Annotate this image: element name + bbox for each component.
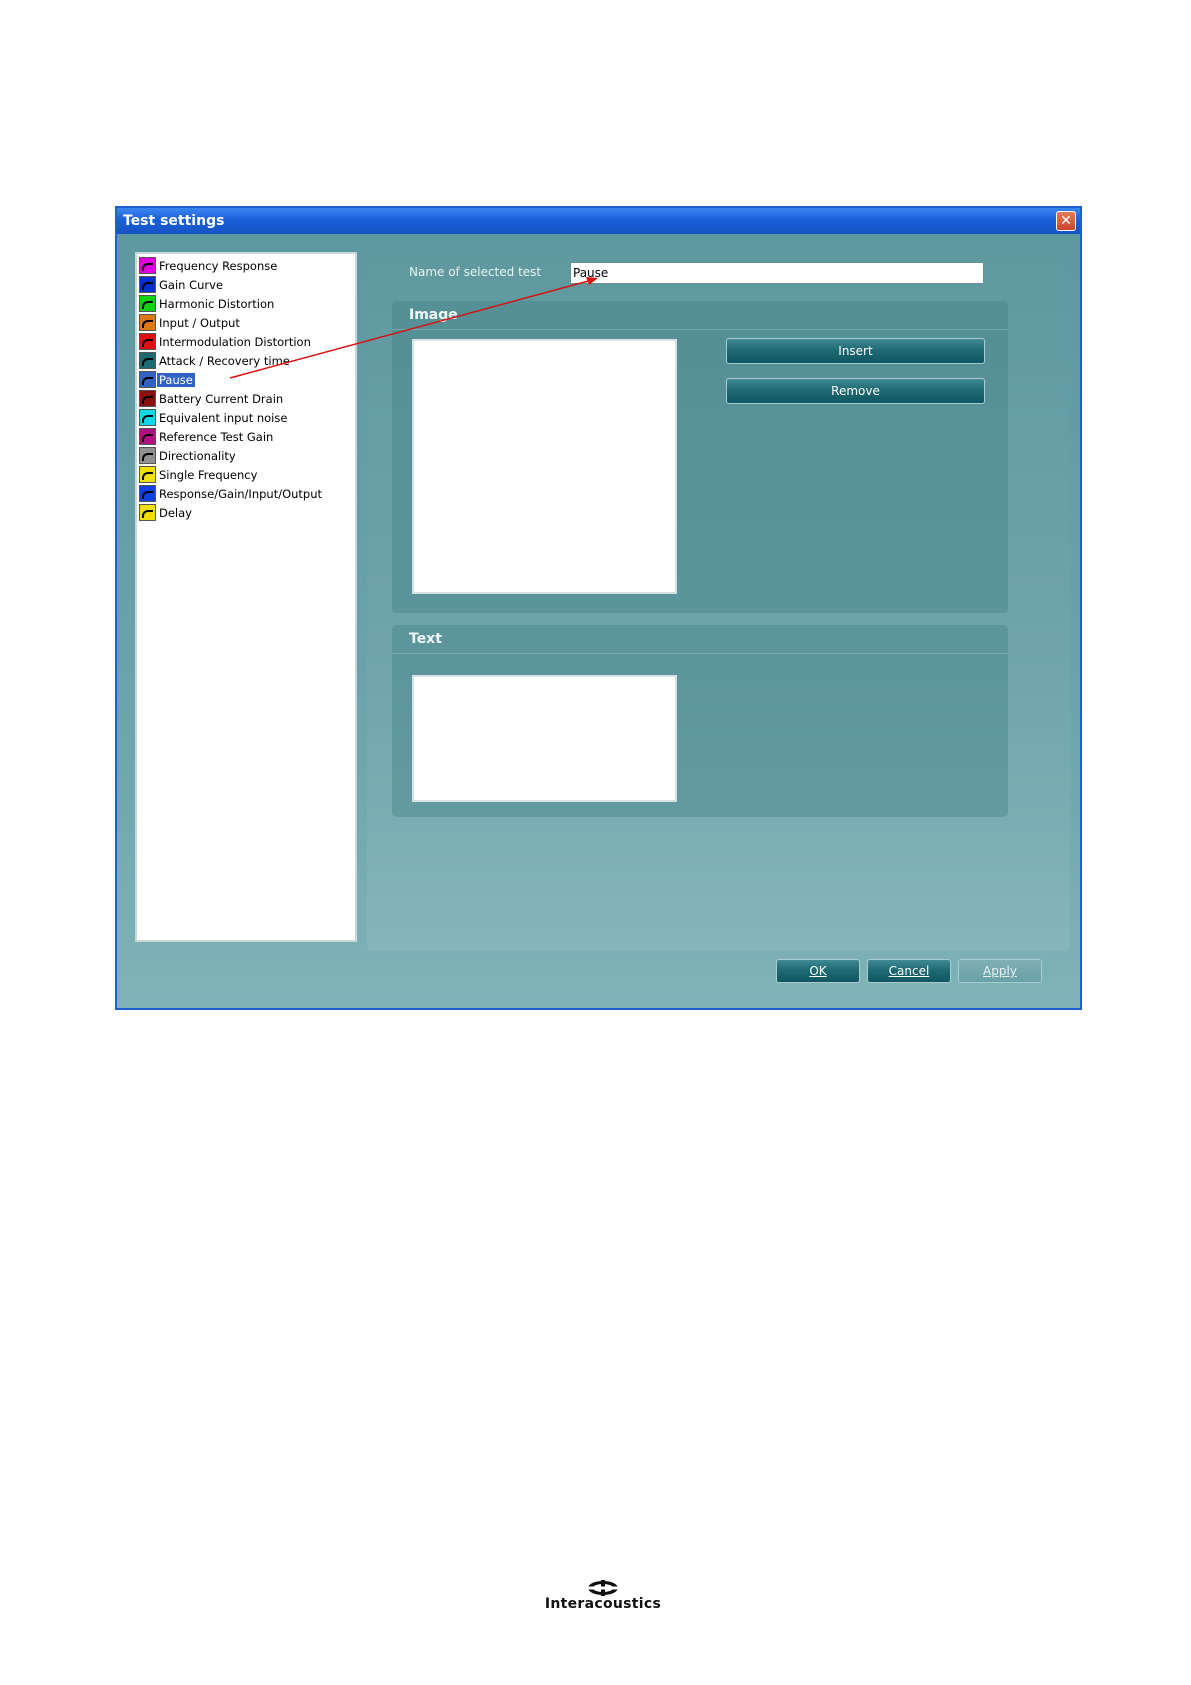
test-list-item-label: Battery Current Drain [159, 391, 284, 406]
insert-button[interactable]: Insert [726, 338, 985, 364]
text-area[interactable] [412, 675, 677, 802]
test-settings-dialog: Test settings ✕ Frequency Response Gain C… [115, 206, 1082, 1010]
test-list-item[interactable]: Pause [139, 370, 355, 389]
test-list-item[interactable]: Response/Gain/Input/Output [139, 484, 355, 503]
single-frequency-icon [139, 466, 156, 483]
test-list-item-label: Gain Curve [159, 277, 224, 292]
intermodulation-distortion-icon [139, 333, 156, 350]
logo-text: Interacoustics [544, 1596, 662, 1612]
battery-icon [139, 390, 156, 407]
response-gain-icon [139, 485, 156, 502]
input-output-icon [139, 314, 156, 331]
settings-panel: Name of selected test Pause Image Insert… [367, 251, 1070, 951]
test-list-item-label: Frequency Response [159, 258, 278, 273]
text-group: Text [392, 625, 1008, 817]
test-list-item-label: Single Frequency [159, 467, 258, 482]
test-list-item-label: Response/Gain/Input/Output [159, 486, 323, 501]
gain-curve-icon [139, 276, 156, 293]
test-list-item[interactable]: Harmonic Distortion [139, 294, 355, 313]
name-label: Name of selected test [409, 265, 542, 279]
interacoustics-logo: Interacoustics [528, 1580, 678, 1612]
close-button[interactable]: ✕ [1056, 211, 1076, 231]
test-list-item[interactable]: Single Frequency [139, 465, 355, 484]
image-group-header: Image [392, 301, 1008, 330]
cancel-button[interactable]: Cancel [867, 959, 951, 983]
test-list-item-label: Input / Output [159, 315, 240, 330]
frequency-response-icon [139, 257, 156, 274]
test-list-item[interactable]: Directionality [139, 446, 355, 465]
test-list-item[interactable]: Attack / Recovery time [139, 351, 355, 370]
ok-button[interactable]: OK [776, 959, 860, 983]
noise-icon [139, 409, 156, 426]
test-list-item-label: Intermodulation Distortion [159, 334, 311, 349]
test-list-item[interactable]: Frequency Response [139, 256, 355, 275]
text-group-header: Text [392, 625, 1008, 654]
close-icon: ✕ [1060, 213, 1072, 229]
directionality-icon [139, 447, 156, 464]
test-list[interactable]: Frequency Response Gain Curve Harmonic Dis… [135, 252, 357, 942]
dialog-title: Test settings [123, 213, 225, 229]
apply-button[interactable]: Apply [958, 959, 1042, 983]
test-list-item-label: Delay [159, 505, 192, 520]
test-list-item-label: Attack / Recovery time [159, 353, 290, 368]
test-list-item-label: Harmonic Distortion [159, 296, 275, 311]
reference-gain-icon [139, 428, 156, 445]
test-list-item[interactable]: Reference Test Gain [139, 427, 355, 446]
delay-icon [139, 504, 156, 521]
image-preview[interactable] [412, 339, 677, 594]
harmonic-distortion-icon [139, 295, 156, 312]
test-list-item-label: Directionality [159, 448, 236, 463]
test-list-item[interactable]: Gain Curve [139, 275, 355, 294]
test-list-item[interactable]: Intermodulation Distortion [139, 332, 355, 351]
logo-mark-icon [588, 1580, 618, 1596]
test-list-item[interactable]: Delay [139, 503, 355, 522]
test-list-item[interactable]: Battery Current Drain [139, 389, 355, 408]
attack-recovery-icon [139, 352, 156, 369]
dialog-titlebar: Test settings ✕ [117, 208, 1080, 234]
test-list-item[interactable]: Equivalent input noise [139, 408, 355, 427]
image-group: Image Insert Remove [392, 301, 1008, 613]
test-list-item-label: Equivalent input noise [159, 410, 288, 425]
test-list-item[interactable]: Input / Output [139, 313, 355, 332]
test-list-item-label: Pause [157, 372, 195, 387]
pause-icon [139, 371, 156, 388]
test-list-item-label: Reference Test Gain [159, 429, 274, 444]
remove-button[interactable]: Remove [726, 378, 985, 404]
test-name-input[interactable]: Pause [570, 262, 984, 284]
